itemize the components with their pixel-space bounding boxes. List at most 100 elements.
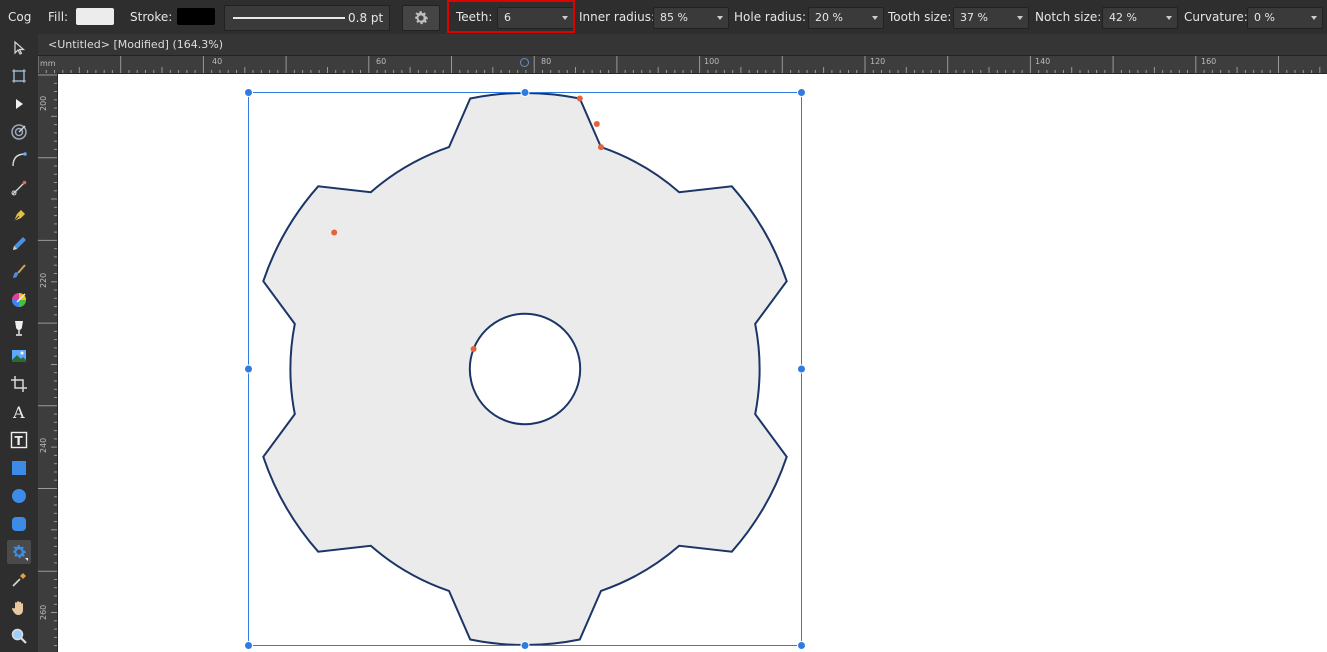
document-tab[interactable]: <Untitled> [Modified] (164.3%)	[38, 34, 1327, 56]
color-wheel-icon	[12, 293, 26, 307]
cog-shape[interactable]	[262, 92, 788, 646]
image-tool[interactable]	[7, 344, 31, 368]
circle-icon	[12, 489, 26, 503]
hole-radius-label: Hole radius:	[734, 10, 807, 24]
notch-size-value: 42 %	[1109, 11, 1137, 24]
cog-control-node[interactable]	[576, 95, 583, 102]
stroke-width-track[interactable]	[233, 17, 345, 19]
pencil-icon	[13, 237, 26, 250]
text-frame-icon: T	[10, 431, 28, 449]
artboard-icon	[12, 69, 26, 83]
inner-radius-dropdown[interactable]: 85 %	[653, 7, 729, 29]
cog-control-node[interactable]	[331, 229, 338, 236]
horizontal-ruler[interactable]: mm 40 60 80 100 120 140 160	[38, 56, 1327, 74]
fill-tool[interactable]	[7, 260, 31, 284]
rounded-rectangle-icon	[12, 517, 26, 531]
crop-icon	[11, 376, 27, 392]
rounded-rectangle-tool[interactable]	[7, 512, 31, 536]
stroke-swatch[interactable]	[177, 8, 215, 25]
ruler-label: 220	[39, 272, 48, 288]
resize-handle[interactable]	[797, 641, 806, 650]
cog-tool[interactable]	[7, 540, 31, 564]
ruler-label: 60	[376, 57, 387, 66]
zoom-tool[interactable]	[7, 624, 31, 648]
fountain-pen-icon	[13, 210, 25, 222]
wine-glass-icon	[15, 321, 23, 336]
teeth-highlight-box	[447, 0, 575, 33]
resize-handle[interactable]	[520, 641, 530, 650]
move-tool[interactable]	[7, 36, 31, 60]
cog-control-node[interactable]	[470, 346, 477, 352]
document-title: <Untitled> [Modified] (164.3%)	[48, 38, 223, 51]
canvas[interactable]	[58, 74, 1327, 652]
chevron-down-icon	[717, 16, 723, 20]
cog-icon	[13, 545, 28, 561]
resize-handle[interactable]	[244, 641, 253, 650]
chevron-down-icon	[1166, 16, 1172, 20]
transparency-tool[interactable]	[7, 288, 31, 312]
color-picker-tool[interactable]	[7, 568, 31, 592]
fill-swatch[interactable]	[76, 8, 114, 25]
artistic-text-tool[interactable]: A	[7, 400, 31, 424]
curvature-dropdown[interactable]: 0 %	[1247, 7, 1323, 29]
tooth-size-label: Tooth size:	[888, 10, 952, 24]
artboard-tool[interactable]	[7, 64, 31, 88]
resize-handle[interactable]	[797, 364, 806, 374]
vertical-ruler[interactable]: 200 220 240 260	[38, 73, 58, 652]
canvas-drawing	[244, 88, 806, 650]
frame-text-tool[interactable]: T	[7, 428, 31, 452]
cog-settings-button[interactable]	[402, 5, 440, 31]
hand-tool[interactable]	[7, 596, 31, 620]
vector-brush-tool[interactable]	[7, 232, 31, 256]
svg-text:T: T	[15, 434, 24, 448]
tooth-size-dropdown[interactable]: 37 %	[953, 7, 1029, 29]
pen-tool[interactable]	[7, 176, 31, 200]
tool-name: Cog	[8, 10, 32, 24]
pencil-tool[interactable]	[7, 204, 31, 228]
chevron-down-icon	[1311, 16, 1317, 20]
node-arrow-icon	[16, 99, 23, 109]
tools-panel: A T	[0, 34, 39, 652]
ruler-label: 160	[1201, 57, 1217, 66]
hand-icon	[12, 601, 23, 615]
crop-tool[interactable]	[7, 372, 31, 396]
magnifier-icon	[11, 628, 27, 644]
horizontal-ruler-ticks	[38, 56, 1321, 73]
ruler-label: 80	[541, 57, 552, 66]
resize-handle[interactable]	[520, 88, 530, 97]
chevron-down-icon	[1017, 16, 1023, 20]
pointer-arrow-icon	[14, 40, 26, 55]
text-a-icon: A	[12, 403, 25, 421]
tooth-size-value: 37 %	[960, 11, 988, 24]
cog-control-node[interactable]	[593, 121, 600, 127]
stroke-width-slider[interactable]: 0.8 pt	[224, 5, 390, 31]
notch-size-dropdown[interactable]: 42 %	[1102, 7, 1178, 29]
resize-handle[interactable]	[244, 88, 253, 97]
rectangle-icon	[12, 461, 26, 475]
point-transform-tool[interactable]	[7, 120, 31, 144]
ruler-label: 260	[39, 604, 48, 620]
inner-radius-label: Inner radius:	[579, 10, 656, 24]
ruler-label: 120	[870, 57, 886, 66]
node-tool[interactable]	[7, 92, 31, 116]
ruler-label: 100	[704, 57, 720, 66]
vertical-ruler-ticks	[38, 74, 57, 647]
eyedropper-icon	[12, 573, 26, 587]
resize-handle[interactable]	[244, 364, 253, 374]
ruler-label: 200	[39, 95, 48, 111]
inner-radius-value: 85 %	[660, 11, 688, 24]
stroke-width-value: 0.8 pt	[348, 11, 384, 25]
rectangle-tool[interactable]	[7, 456, 31, 480]
rotation-handle[interactable]	[520, 58, 529, 67]
picture-icon	[12, 350, 26, 362]
hole-radius-dropdown[interactable]: 20 %	[808, 7, 884, 29]
ellipse-tool[interactable]	[7, 484, 31, 508]
cog-control-node[interactable]	[598, 144, 604, 151]
resize-handle[interactable]	[797, 88, 806, 97]
hole-radius-value: 20 %	[815, 11, 843, 24]
corner-tool[interactable]	[7, 148, 31, 172]
ruler-label: 240	[39, 437, 48, 453]
chevron-down-icon	[872, 16, 878, 20]
ruler-label: 40	[212, 57, 223, 66]
place-image-tool[interactable]	[7, 316, 31, 340]
